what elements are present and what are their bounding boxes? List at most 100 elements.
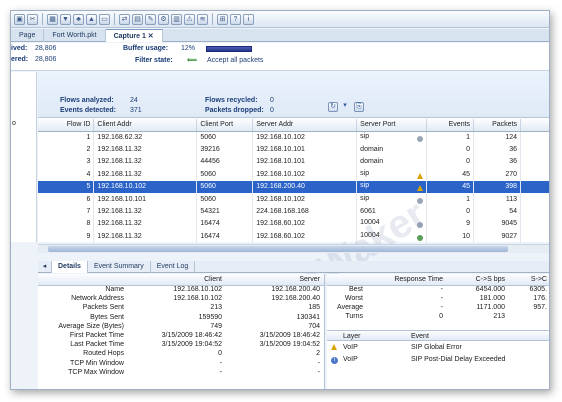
flow-row[interactable]: 2 192.168.11.32 39216 192.168.10.101 domain 0… (38, 143, 549, 156)
scrollbar-thumb[interactable] (48, 246, 508, 252)
event-layer: VoIP (343, 356, 358, 363)
response-col-time[interactable]: Response Time (367, 274, 447, 286)
flow-cell-packets: 36 (473, 155, 522, 169)
flow-cell-extra (520, 205, 549, 218)
col-flow-id[interactable]: Flow ID (38, 119, 95, 132)
alert-icon[interactable]: ⚠ (184, 13, 195, 25)
status-disc-icon (417, 222, 424, 229)
details-row: Name 192.168.10.102 192.168.200.40 (38, 285, 324, 294)
details-cell-server: 185 (308, 304, 320, 312)
flow-row[interactable]: 6 192.168.10.101 5060 192.168.10.102 sip 1 113 (38, 192, 549, 206)
response-row: Turns 0 213 (327, 312, 549, 321)
flow-row[interactable]: 9 192.168.11.32 16474 192.168.60.102 10004 10… (38, 230, 549, 243)
flow-cell-extra: 2 (520, 230, 549, 243)
document-tabs: Page Fort Worth.pkt Capture 1 ✕ (11, 29, 549, 42)
tab-details[interactable]: Details (52, 261, 88, 273)
flow-cell-client: 192.168.11.32 (93, 230, 198, 243)
flow-cell-client: 192.168.10.102 (93, 180, 198, 193)
details-cell-client: 749 (210, 322, 222, 330)
flow-row[interactable]: 7 192.168.11.32 54321 224.168.168.168 6061 0 5… (38, 205, 549, 218)
col-client-port[interactable]: Client Port (196, 119, 254, 132)
left-pane: o (11, 72, 37, 242)
event-row[interactable]: VoIP SIP Global Error (327, 342, 549, 354)
response-col-cs[interactable]: C->S bps (447, 274, 509, 286)
flow-icon[interactable]: ⇄ (119, 13, 130, 25)
flow-cell-id: 1 (38, 131, 95, 144)
details-pane: Client Server Name 192.168.10.102 192.168.… (38, 274, 325, 389)
info-icon[interactable]: i (243, 13, 254, 25)
details-cell-label: Network Address (71, 295, 124, 303)
tree-icon[interactable]: ♣ (73, 13, 84, 25)
flow-row[interactable]: 1 192.168.62.32 5060 192.168.10.102 sip 1 124 (38, 131, 549, 144)
flow-cell-client: 192.168.11.32 (93, 168, 198, 181)
event-row[interactable]: i VoIP SIP Post-Dial Delay Exceeded (327, 354, 549, 366)
flow-row[interactable]: 5 192.168.10.102 5060 192.168.200.40 sip 45 39… (38, 180, 549, 193)
filtered-value: 28,806 (35, 56, 57, 63)
export-icon[interactable]: ⎘ (354, 102, 364, 112)
folder-icon[interactable]: ▭ (99, 13, 110, 25)
col-server-addr[interactable]: Server Addr (252, 119, 358, 132)
tab-page[interactable]: Page (11, 29, 45, 42)
chevron-down-icon[interactable]: ▾ (340, 102, 350, 112)
refresh-icon[interactable]: ↻ (328, 102, 338, 112)
details-cell-label: Bytes Sent (90, 313, 124, 321)
events-col-layer[interactable]: Layer (343, 333, 361, 340)
save-icon[interactable]: ▣ (14, 13, 25, 25)
details-row: Average Size (Bytes) 749 704 (38, 322, 324, 331)
details-cell-server: 130341 (296, 313, 320, 321)
details-header-row: Client Server (38, 274, 324, 286)
flow-cell-events: 9 (426, 217, 475, 231)
layout-icon[interactable]: ⊞ (217, 13, 228, 25)
application-window: ▣ ✂ ▦ ▼ ♣ ▲ ▭ ⇄ ▤ ✎ ⚙ ▥ ⚠ ≋ ⊞? i Page Fort Worth.pkt Ca… (10, 10, 550, 390)
details-cell-label: Routed Hops (83, 350, 124, 358)
wifi-icon[interactable]: ≋ (197, 13, 208, 25)
flow-cell-client: 192.168.10.101 (93, 192, 198, 206)
horizontal-scrollbar[interactable] (38, 244, 549, 253)
tab-fort-worth[interactable]: Fort Worth.pkt (44, 29, 106, 42)
toolbar-separator (42, 13, 43, 25)
col-packets[interactable]: Packets (473, 119, 522, 132)
graph-icon[interactable]: ▲ (86, 13, 97, 25)
col-client-addr[interactable]: Client Addr (93, 119, 198, 132)
details-cell-server: 704 (308, 322, 320, 330)
flow-cell-events: 0 (426, 143, 475, 156)
tool-icon[interactable]: ✎ (145, 13, 156, 25)
flow-cell-client: 192.168.11.32 (93, 217, 198, 231)
tab-event-log[interactable]: Event Log (151, 261, 196, 273)
details-col-client[interactable]: Client (128, 274, 226, 286)
tab-event-summary[interactable]: Event Summary (88, 261, 151, 273)
response-row: Best - 6454.000 6305. (327, 285, 549, 294)
tab-scroll-left-icon[interactable]: ◂ (38, 261, 52, 273)
flow-cell-cport: 44456 (196, 155, 254, 169)
cut-icon[interactable]: ✂ (27, 13, 38, 25)
flow-row[interactable]: 4 192.168.11.32 5060 192.168.10.102 sip 45 270 (38, 168, 549, 181)
filter-icon[interactable]: ▼ (60, 13, 71, 25)
toolbar-separator (212, 13, 213, 25)
flow-cell-cport: 54321 (196, 205, 254, 218)
settings-icon[interactable]: ⚙ (158, 13, 169, 25)
flows-table: Flow ID Client Addr Client Port Server A… (38, 119, 549, 243)
response-time-pane: Response Time C->S bps S->C Best - 6454.00… (327, 274, 549, 389)
grid-icon[interactable]: ▦ (47, 13, 58, 25)
flow-cell-sport: 10004 (356, 217, 428, 231)
details-cell-server: 3/15/2009 19:04:52 (259, 341, 320, 349)
help-icon[interactable]: ? (230, 13, 241, 25)
col-events[interactable]: Events (426, 119, 475, 132)
flow-cell-extra (520, 168, 549, 181)
details-col-server[interactable]: Server (226, 274, 324, 286)
chart-icon[interactable]: ▥ (171, 13, 182, 25)
response-row: Average - 1171.000 957. (327, 303, 549, 312)
col-server-port[interactable]: Server Port (356, 119, 428, 132)
response-col-sc[interactable]: S->C (509, 274, 549, 286)
events-detected-value: 371 (130, 107, 142, 114)
report-icon[interactable]: ▤ (132, 13, 143, 25)
flow-row[interactable]: 8 192.168.11.32 16474 192.168.60.102 10004 9 9… (38, 217, 549, 231)
flow-cell-cport: 16474 (196, 217, 254, 231)
flow-row[interactable]: 3 192.168.11.32 44456 192.168.10.101 domain 0… (38, 155, 549, 169)
flow-cell-packets: 398 (473, 180, 522, 193)
events-col-event[interactable]: Event (411, 333, 429, 340)
flow-cell-server: 192.168.10.101 (252, 143, 358, 156)
flow-cell-server: 192.168.60.102 (252, 230, 358, 243)
flow-cell-id: 2 (38, 143, 95, 156)
tab-capture-1[interactable]: Capture 1 ✕ (105, 29, 163, 42)
